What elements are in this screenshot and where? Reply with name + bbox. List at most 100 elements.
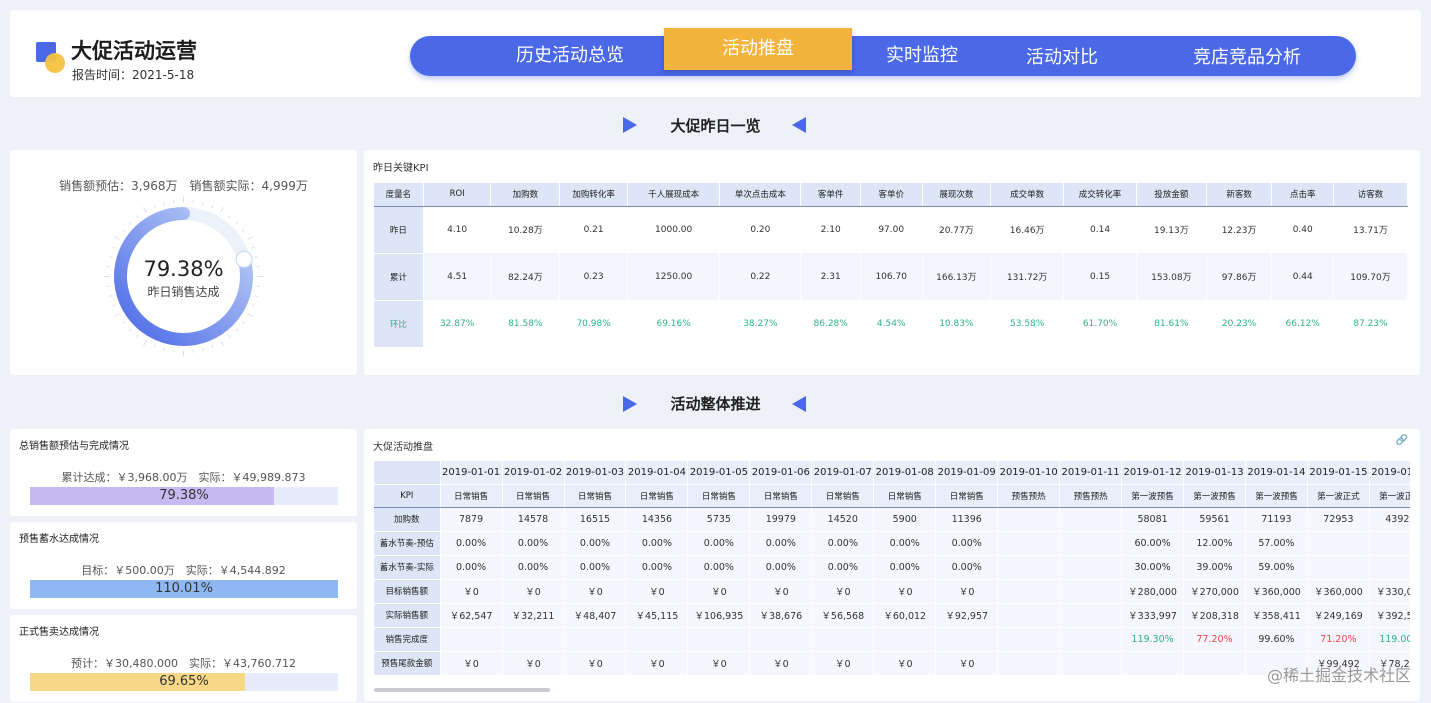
plan-cell: ￥0 xyxy=(625,651,689,676)
plan-date-header: 2019-01-06 xyxy=(749,461,813,485)
plan-cell: 0.00% xyxy=(440,555,503,580)
plan-cell xyxy=(1059,507,1123,532)
kpi-row-header: 昨日 xyxy=(374,206,424,254)
plan-cell: 57.00% xyxy=(1245,531,1308,556)
gauge-tick xyxy=(241,321,245,324)
plan-date-header: 2019-01-15 xyxy=(1307,461,1370,485)
yesterday-kpi-panel: 昨日关键KPI 度量名 ROI 加购数 加购转化率 千人展现成本 单次点击成本 客单件 客单价… xyxy=(364,150,1420,375)
plan-cell xyxy=(997,651,1061,676)
plan-cell: ￥330,000 xyxy=(1369,579,1410,604)
plan-cell: 0.00% xyxy=(564,531,627,556)
tab-history-overview[interactable]: 历史活动总览 xyxy=(470,36,670,76)
kpi-column-header: 客单价 xyxy=(860,183,923,207)
gauge-tick xyxy=(235,328,239,332)
plan-cell: ￥392,552 xyxy=(1369,603,1410,628)
plan-cell xyxy=(997,531,1061,556)
plan-cell: ￥0 xyxy=(440,651,503,676)
kpi-column-header: 展现次数 xyxy=(922,183,992,207)
plan-cell: ￥48,407 xyxy=(564,603,627,628)
tab-activity-plan[interactable]: 活动推盘 xyxy=(664,28,852,70)
plan-stage-header: 日常销售 xyxy=(935,484,999,508)
kpi-cell: 0.22 xyxy=(719,253,802,300)
kpi-cell: 131.72万 xyxy=(990,253,1065,300)
tab-activity-compare[interactable]: 活动对比 xyxy=(992,38,1132,78)
gauge-tick xyxy=(128,328,132,332)
plan-cell: ￥0 xyxy=(564,579,627,604)
tab-realtime-monitor[interactable]: 实时监控 xyxy=(852,36,992,76)
plan-cell: 72953 xyxy=(1307,507,1370,532)
progress-value: 110.01% xyxy=(155,581,213,596)
plan-cell: 14356 xyxy=(625,507,689,532)
plan-date-header: 2019-01-10 xyxy=(997,461,1061,485)
plan-date-header: 2019-01-01 xyxy=(440,461,503,485)
plan-cell: 5735 xyxy=(687,507,751,532)
plan-cell: ￥0 xyxy=(502,579,565,604)
plan-kpi-header: KPI xyxy=(374,484,441,508)
link-icon[interactable]: 🔗 xyxy=(1396,435,1408,446)
plan-row: 蓄水节奏-实际 0.00% 0.00% 0.00% 0.00% 0.00% 0.00% 0.0… xyxy=(374,555,1410,580)
kpi-cell: 81.61% xyxy=(1136,300,1207,347)
plan-cell xyxy=(997,555,1061,580)
plan-cell xyxy=(1059,627,1123,652)
kpi-row: 环比 32.87% 81.58% 70.98% 69.16% 38.27% 86.28% 4.… xyxy=(374,300,1408,348)
gauge-tick xyxy=(220,206,224,213)
plan-table-scroll[interactable]: 2019-01-01 2019-01-02 2019-01-03 2019-01-04… xyxy=(374,461,1410,679)
plan-row: 预售尾款金额￥0￥0￥0￥0￥0￥0￥0￥0￥0￥99,492￥78,259￥ xyxy=(374,651,1410,676)
plan-table: 2019-01-01 2019-01-02 2019-01-03 2019-01-04… xyxy=(374,461,1410,676)
gauge-tick xyxy=(220,340,224,347)
plan-cell xyxy=(997,507,1061,532)
kpi-column-header: 新客数 xyxy=(1206,183,1273,207)
plan-cell: 119.00% xyxy=(1369,627,1410,652)
plan-cell: ￥0 xyxy=(811,651,875,676)
kpi-table: 度量名 ROI 加购数 加购转化率 千人展现成本 单次点击成本 客单件 客单价 展现次数 成交单数… xyxy=(374,183,1408,348)
prog-title: 预售蓄水达成情况 xyxy=(19,534,99,545)
plan-cell: 119.30% xyxy=(1121,627,1185,652)
plan-cell xyxy=(1307,555,1370,580)
plan-cell: 12.00% xyxy=(1183,531,1246,556)
plan-cell: 77.20% xyxy=(1183,627,1246,652)
header-bar: 大促活动运营 报告时间：2021-5-18 历史活动总览 活动推盘 实时监控 活… xyxy=(10,10,1421,97)
kpi-column-header: 单次点击成本 xyxy=(719,183,802,207)
plan-stage-header: 日常销售 xyxy=(625,484,689,508)
plan-cell: ￥0 xyxy=(811,579,875,604)
progress-bar: 69.65% xyxy=(30,673,338,691)
gauge-tick xyxy=(153,344,156,348)
plan-row: 蓄水节奏-预估 0.00% 0.00% 0.00% 0.00% 0.00% 0.00% 0.0… xyxy=(374,531,1410,556)
gauge-tick xyxy=(228,215,231,219)
horizontal-scrollbar[interactable] xyxy=(374,688,550,692)
gauge-tick xyxy=(247,236,254,240)
kpi-row-header: 环比 xyxy=(374,300,424,348)
kpi-column-header: 成交单数 xyxy=(990,183,1065,207)
plan-cell: ￥32,211 xyxy=(502,603,565,628)
plan-cell: 43926 xyxy=(1369,507,1410,532)
plan-cell: 5900 xyxy=(873,507,937,532)
kpi-cell: 2.31 xyxy=(800,253,861,300)
plan-cell xyxy=(1121,651,1185,676)
plan-cell: 11396 xyxy=(935,507,999,532)
plan-stage-header: 第一波正式 xyxy=(1307,484,1370,508)
kpi-cell: 153.08万 xyxy=(1136,253,1207,300)
plan-cell: ￥56,568 xyxy=(811,603,875,628)
plan-cell: 0.00% xyxy=(440,531,503,556)
plan-cell: ￥249,169 xyxy=(1307,603,1370,628)
prog-subtitle: 预计：￥30,480.000 实际：￥43,760.712 xyxy=(71,657,296,670)
plan-stage-header: 日常销售 xyxy=(502,484,565,508)
gauge-tick xyxy=(113,236,120,240)
kpi-column-header: 加购转化率 xyxy=(559,183,628,207)
plan-cell xyxy=(564,627,627,652)
kpi-column-header: 访客数 xyxy=(1333,183,1408,207)
plan-date-header: 2019-01-03 xyxy=(564,461,627,485)
plan-cell: ￥0 xyxy=(749,579,813,604)
kpi-cell: 0.21 xyxy=(559,206,628,253)
tab-competitor-analysis[interactable]: 竞店竞品分析 xyxy=(1162,38,1332,78)
kpi-cell: 82.24万 xyxy=(490,253,561,300)
gauge-tick xyxy=(211,344,214,348)
plan-stage-header: 日常销售 xyxy=(440,484,503,508)
plan-cell xyxy=(1183,651,1246,676)
plan-row-header: 加购数 xyxy=(374,507,441,532)
plan-row: 实际销售额 ￥62,547 ￥32,211 ￥48,407 ￥45,115 ￥106,93… xyxy=(374,603,1410,628)
kpi-panel-title: 昨日关键KPI xyxy=(373,163,429,174)
total-sales-progress-panel: 总销售额预估与完成情况 累计达成：￥3,968.00万 实际：￥49,989.8… xyxy=(10,429,357,516)
plan-cell: 0.00% xyxy=(625,555,689,580)
plan-row-header: 预售尾款金额 xyxy=(374,651,441,676)
